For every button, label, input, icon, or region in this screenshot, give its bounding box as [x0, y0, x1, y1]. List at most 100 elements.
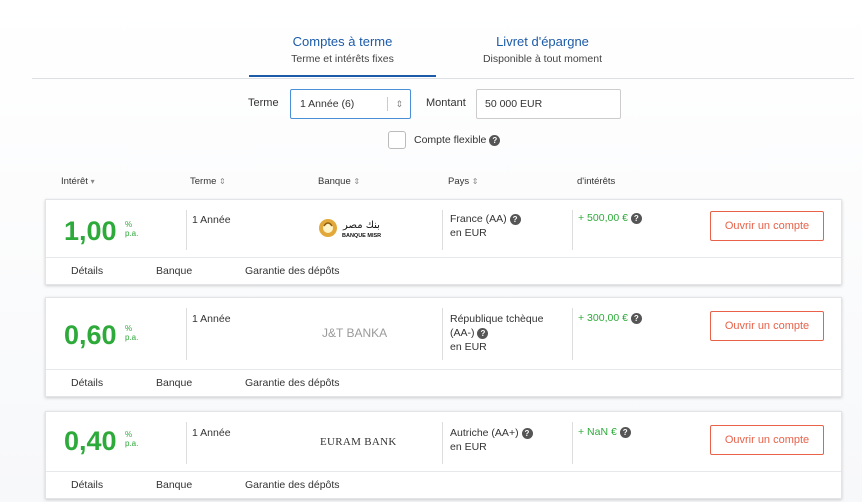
rate-unit-percent: %: [125, 324, 133, 333]
tab-title: Livret d'épargne: [496, 34, 589, 49]
sort-icon: ⇕: [219, 177, 226, 186]
bank-link[interactable]: Banque: [156, 265, 192, 277]
bank-logo-text: BANQUE MISR: [342, 233, 381, 239]
column-divider: [186, 210, 187, 250]
column-header-label: Banque: [318, 176, 351, 187]
offer-card-footer: Détails Banque Garantie des dépôts: [46, 257, 841, 284]
details-link[interactable]: Détails: [71, 377, 103, 389]
column-divider: [186, 422, 187, 464]
earnings-value: + 300,00 €: [578, 312, 628, 324]
interest-rate: 0,40 % p.a.: [64, 426, 138, 457]
column-divider: [442, 308, 443, 360]
column-divider: [572, 422, 573, 464]
select-separator: [387, 97, 388, 111]
open-account-button[interactable]: Ouvrir un compte: [710, 311, 824, 341]
bank-logo-banque-misr[interactable]: بنك مصر BANQUE MISR: [316, 214, 396, 247]
offer-earnings: + 500,00 € ?: [578, 212, 642, 224]
bank-logo-euram-bank[interactable]: EURAM BANK: [316, 432, 396, 455]
open-account-button[interactable]: Ouvrir un compte: [710, 211, 824, 241]
rate-unit: % p.a.: [125, 430, 138, 448]
column-divider: [442, 422, 443, 464]
term-select-value: 1 Année (6): [300, 98, 355, 110]
sort-icon: ⇕: [353, 177, 361, 186]
column-header-label: Terme: [190, 176, 217, 187]
offer-earnings: + 300,00 € ?: [578, 312, 642, 324]
rate-unit-pa: p.a.: [125, 333, 139, 342]
bank-link[interactable]: Banque: [156, 377, 192, 389]
rate-unit-pa: p.a.: [125, 229, 139, 238]
active-tab-indicator: [249, 75, 436, 77]
offer-country: France (AA) ? en EUR: [450, 212, 521, 240]
country-line: (AA-): [450, 327, 475, 339]
flexible-account-checkbox[interactable]: [388, 131, 406, 149]
sort-desc-icon: ▾: [90, 177, 95, 186]
product-tabs: Comptes à terme Terme et intérêts fixes …: [32, 0, 854, 79]
help-icon[interactable]: ?: [630, 313, 642, 324]
country-line: République tchèque: [450, 313, 544, 325]
offer-term: 1 Année: [192, 214, 231, 226]
flexible-account-label: Compte flexible ?: [414, 134, 501, 146]
column-header-label: d'intérêts: [577, 176, 616, 187]
tab-title: Comptes à terme: [292, 34, 393, 49]
deposit-guarantee-link[interactable]: Garantie des dépôts: [245, 479, 340, 491]
offer-card: 0,40 % p.a. 1 Année EURAM BANK Autriche (…: [45, 411, 842, 499]
deposit-guarantee-link[interactable]: Garantie des dépôts: [245, 377, 340, 389]
interest-rate-value: 1,00: [64, 216, 117, 246]
help-icon[interactable]: ?: [509, 214, 521, 225]
tab-savings-account[interactable]: Livret d'épargne Disponible à tout momen…: [449, 34, 636, 66]
country-line: en EUR: [450, 441, 487, 453]
column-divider: [572, 308, 573, 360]
country-line: en EUR: [450, 227, 487, 239]
term-select[interactable]: 1 Année (6) ⇕: [290, 89, 411, 119]
bank-logo-text: EURAM BANK: [320, 436, 396, 448]
open-account-button[interactable]: Ouvrir un compte: [710, 425, 824, 455]
offer-term: 1 Année: [192, 427, 231, 439]
interest-rate-value: 0,40: [64, 426, 117, 456]
interest-rate: 0,60 % p.a.: [64, 320, 138, 351]
details-link[interactable]: Détails: [71, 265, 103, 277]
column-header-bank[interactable]: Banque ⇕: [318, 176, 360, 187]
country-line: Autriche (AA+): [450, 427, 519, 439]
rate-unit-percent: %: [125, 220, 133, 229]
offer-card-footer: Détails Banque Garantie des dépôts: [46, 369, 841, 396]
offer-country: Autriche (AA+) ? en EUR: [450, 426, 533, 454]
rate-unit-percent: %: [125, 430, 133, 439]
offer-term: 1 Année: [192, 313, 231, 325]
rate-unit: % p.a.: [125, 220, 138, 238]
tab-subtitle: Terme et intérêts fixes: [291, 53, 394, 65]
bank-link[interactable]: Banque: [156, 479, 192, 491]
rate-unit: % p.a.: [125, 324, 138, 342]
offer-country: République tchèque (AA-) ? en EUR: [450, 312, 543, 354]
offer-card: 0,60 % p.a. 1 Année J&T BANKA République …: [45, 297, 842, 397]
bank-logo-arabic-text: بنك مصر: [342, 220, 380, 231]
column-header-interest[interactable]: Intérêt ▾: [61, 176, 95, 187]
column-header-term[interactable]: Terme ⇕: [190, 176, 226, 187]
column-header-country[interactable]: Pays ⇕: [448, 176, 478, 187]
column-header-label: Intérêt: [61, 176, 88, 187]
sort-icon: ⇕: [471, 177, 479, 186]
interest-rate-value: 0,60: [64, 320, 117, 350]
column-divider: [442, 210, 443, 250]
details-link[interactable]: Détails: [71, 479, 103, 491]
help-icon[interactable]: ?: [521, 428, 533, 439]
tab-term-deposits[interactable]: Comptes à terme Terme et intérêts fixes: [249, 34, 436, 66]
amount-input[interactable]: 50 000 EUR: [476, 89, 621, 119]
help-icon[interactable]: ?: [619, 427, 631, 438]
help-icon[interactable]: ?: [489, 135, 501, 146]
rate-unit-pa: p.a.: [125, 439, 139, 448]
deposit-guarantee-link[interactable]: Garantie des dépôts: [245, 265, 340, 277]
help-icon[interactable]: ?: [477, 328, 489, 339]
column-header-earnings: d'intérêts: [577, 176, 615, 187]
flexible-account-label-text: Compte flexible: [414, 134, 487, 146]
interest-rate: 1,00 % p.a.: [64, 216, 138, 247]
earnings-value: + NaN €: [578, 426, 617, 438]
column-header-label: Pays: [448, 176, 470, 187]
offer-card-footer: Détails Banque Garantie des dépôts: [46, 471, 841, 498]
filter-bar: Terme 1 Année (6) ⇕ Montant 50 000 EUR C…: [0, 89, 862, 169]
column-divider: [572, 210, 573, 250]
updown-chevron-icon: ⇕: [395, 99, 403, 109]
country-line: France (AA): [450, 213, 507, 225]
bank-logo-jt-banka[interactable]: J&T BANKA: [316, 324, 396, 347]
bank-logo-text: J&T BANKA: [322, 326, 387, 340]
help-icon[interactable]: ?: [630, 213, 642, 224]
